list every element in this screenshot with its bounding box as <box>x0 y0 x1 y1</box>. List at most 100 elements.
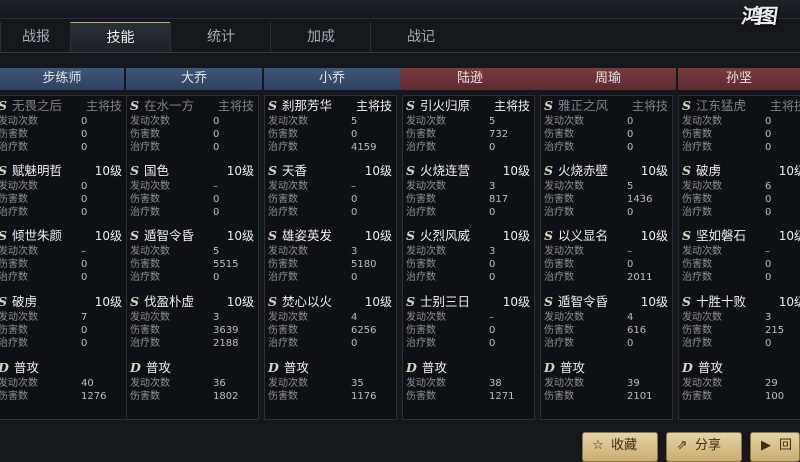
skill-name-row[interactable]: S 倾世朱颜 10级 <box>0 228 124 244</box>
skill-name-row[interactable]: S 火烧赤壁 10级 <box>544 163 670 179</box>
skill-stat-row: 伤害数 1276 <box>0 391 124 403</box>
skill-name-row[interactable]: S 天香 10级 <box>268 163 394 179</box>
skill-stat-row: 发动次数 36 <box>130 378 256 390</box>
stat-label: 伤害数 <box>268 325 298 336</box>
skill-stat-row: 伤害数 1176 <box>268 391 394 403</box>
stat-label: 治疗数 <box>682 207 712 218</box>
skill-name-row[interactable]: D 普攻 <box>544 360 670 376</box>
skill-name-row[interactable]: S 焚心以火 10级 <box>268 294 394 310</box>
skill-stat-row: 伤害数 100 <box>682 391 800 403</box>
skill-name-row[interactable]: S 遁智令昏 10级 <box>130 228 256 244</box>
stat-value: – <box>489 312 494 323</box>
skill-name-row[interactable]: D 普攻 <box>0 360 124 376</box>
skill-name-row[interactable]: S 无畏之后 主将技 <box>0 98 124 114</box>
general-header: 陆逊 <box>400 68 540 90</box>
stat-value: 5180 <box>351 259 377 270</box>
skill-level: 10级 <box>94 229 122 243</box>
stat-value: 7 <box>81 312 88 323</box>
skill-name-row[interactable]: S 十胜十败 10级 <box>682 294 800 310</box>
skill-entry: S 十胜十败 10级 发动次数 3 伤害数 215 治疗数 0 <box>679 294 800 356</box>
skill-stat-row: 治疗数 0 <box>544 207 670 219</box>
skill-grade: D <box>268 360 279 375</box>
skill-name-row[interactable]: S 雄姿英发 10级 <box>268 228 394 244</box>
favorite-button[interactable]: ☆ 收藏 <box>582 432 658 462</box>
tab-battle-report[interactable]: 战报 <box>0 22 71 52</box>
tab-bonus[interactable]: 加成 <box>270 22 371 52</box>
skill-name: 破虏 <box>696 163 722 178</box>
stat-label: 伤害数 <box>268 194 298 205</box>
stat-value: 1271 <box>489 391 515 402</box>
skill-entry: S 国色 10级 发动次数 – 伤害数 0 治疗数 0 <box>127 163 258 225</box>
stat-value: 0 <box>81 338 88 349</box>
skill-stat-row: 伤害数 1271 <box>406 391 532 403</box>
skill-grade: S <box>268 163 278 178</box>
skill-name-row[interactable]: S 雅正之风 主将技 <box>544 98 670 114</box>
skill-stat-row: 发动次数 6 <box>682 181 800 193</box>
stat-label: 发动次数 <box>544 312 584 323</box>
skill-entry: S 火烧赤壁 10级 发动次数 5 伤害数 1436 治疗数 0 <box>541 163 672 225</box>
stat-label: 伤害数 <box>682 391 712 402</box>
skill-level: 10级 <box>94 164 122 178</box>
skill-name-row[interactable]: D 普攻 <box>682 360 800 376</box>
stat-label: 伤害数 <box>130 129 160 140</box>
skill-entry: S 赋魅明哲 10级发动次数 0 伤害数 0 治疗数 0 <box>0 163 126 225</box>
game-logo: 鸿图 <box>740 4 776 28</box>
skill-name-row[interactable]: S 破虏 10级 <box>682 163 800 179</box>
tab-statistics[interactable]: 统计 <box>170 22 271 52</box>
stat-value: 36 <box>213 378 226 389</box>
skill-name-row[interactable]: S 江东猛虎 主将技 <box>682 98 800 114</box>
skill-name-row[interactable]: S 引火归原 主将技 <box>406 98 532 114</box>
skill-level: 10级 <box>502 164 530 178</box>
skill-grade: S <box>682 98 692 113</box>
stat-value: 0 <box>81 259 88 270</box>
stat-label: 治疗数 <box>268 207 298 218</box>
stat-value: 0 <box>81 207 88 218</box>
skill-stat-row: 治疗数 0 <box>406 338 532 350</box>
skill-name-row[interactable]: D 普攻 <box>268 360 394 376</box>
skill-grade: S <box>130 98 140 113</box>
replay-button[interactable]: ▶ 回 <box>750 432 800 462</box>
general-skill-panel: S 引火归原 主将技 发动次数 5 伤害数 732 治疗数 0 S 火烧连营 10级 发动次数 3 伤害数 8… <box>402 95 535 420</box>
stat-label: 治疗数 <box>0 272 28 283</box>
skill-name-row[interactable]: S 在水一方 主将技 <box>130 98 256 114</box>
stat-value: 0 <box>351 129 358 140</box>
stat-value: 0 <box>351 194 358 205</box>
skill-name-row[interactable]: S 遁智令昏 10级 <box>544 294 670 310</box>
skill-name-row[interactable]: D 普攻 <box>130 360 256 376</box>
skill-name-row[interactable]: S 破虏 10级 <box>0 294 124 310</box>
skill-grade: S <box>544 163 554 178</box>
skill-name-row[interactable]: S 坚如磐石 10级 <box>682 228 800 244</box>
tab-battle-log[interactable]: 战记 <box>370 22 471 52</box>
skill-name-row[interactable]: S 火烈风威 10级 <box>406 228 532 244</box>
skill-stat-row: 发动次数 29 <box>682 378 800 390</box>
skill-name-row[interactable]: S 国色 10级 <box>130 163 256 179</box>
stat-value: 215 <box>765 325 785 336</box>
skill-name-row[interactable]: S 火烧连营 10级 <box>406 163 532 179</box>
stat-value: 0 <box>765 142 772 153</box>
stat-label: 治疗数 <box>0 142 28 153</box>
skill-name-row[interactable]: D 普攻 <box>406 360 532 376</box>
skill-level: 10级 <box>364 229 392 243</box>
share-button[interactable]: ⇗ 分享 <box>666 432 742 462</box>
stat-value: 616 <box>627 325 647 336</box>
skill-entry: S 引火归原 主将技 发动次数 5 伤害数 732 治疗数 0 <box>403 98 534 160</box>
skill-entry: S 倾世朱颜 10级发动次数 – 伤害数 0 治疗数 0 <box>0 228 126 290</box>
stat-label: 治疗数 <box>0 338 28 349</box>
skill-name-row[interactable]: S 士别三日 10级 <box>406 294 532 310</box>
skill-grade: D <box>682 360 693 375</box>
skill-name-row[interactable]: S 伐盈朴虚 10级 <box>130 294 256 310</box>
tab-skills[interactable]: 技能 <box>70 22 170 52</box>
skill-name-row[interactable]: S 赋魅明哲 10级 <box>0 163 124 179</box>
skill-entry: D 普攻 发动次数 39 伤害数 2101 <box>541 360 672 422</box>
skill-name-row[interactable]: S 以义显名 10级 <box>544 228 670 244</box>
skill-name-row[interactable]: S 刹那芳华 主将技 <box>268 98 394 114</box>
skill-stat-row: 伤害数 0 <box>0 259 124 271</box>
stat-label: 发动次数 <box>406 246 446 257</box>
skill-level: 10级 <box>778 295 800 309</box>
stat-value: – <box>81 246 86 257</box>
skill-entry: S 火烈风威 10级 发动次数 3 伤害数 0 治疗数 0 <box>403 228 534 290</box>
stat-label: 伤害数 <box>682 259 712 270</box>
stat-value: 5 <box>627 181 634 192</box>
stat-label: 伤害数 <box>130 391 160 402</box>
stat-label: 治疗数 <box>544 142 574 153</box>
